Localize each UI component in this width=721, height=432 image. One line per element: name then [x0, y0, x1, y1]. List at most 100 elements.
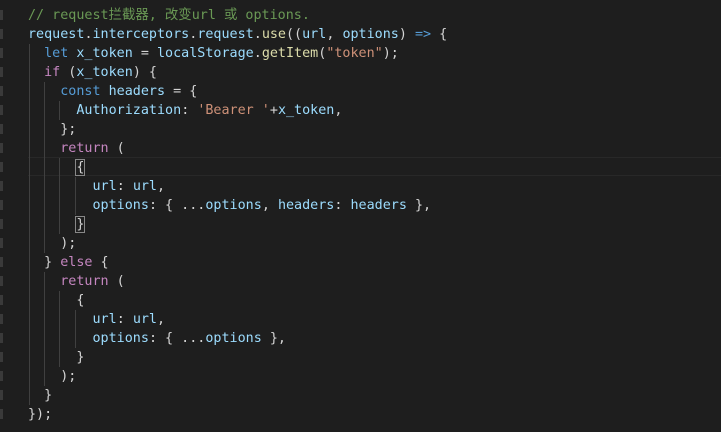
code-token: options	[342, 27, 399, 42]
code-line[interactable]: Authorization: 'Bearer '+x_token,	[28, 101, 342, 120]
code-line[interactable]: }	[28, 348, 84, 367]
code-line[interactable]: url: url,	[28, 177, 166, 196]
code-line[interactable]: return (	[28, 272, 125, 291]
code-token: interceptors	[92, 27, 190, 42]
code-line[interactable]: {	[28, 158, 86, 177]
gutter-marker	[0, 371, 3, 381]
code-token: // request拦截器, 改变url 或 options.	[28, 8, 310, 23]
code-line[interactable]: url: url,	[28, 310, 166, 329]
code-token: ,	[157, 312, 166, 327]
code-token: .	[84, 27, 93, 42]
gutter-marker	[0, 10, 3, 20]
code-token: use	[261, 27, 286, 42]
code-token: },	[261, 331, 286, 346]
matched-bracket: {	[75, 159, 86, 176]
gutter-marker	[0, 162, 3, 172]
gutter-marker	[0, 276, 3, 286]
code-token: request	[197, 27, 254, 42]
code-line[interactable]: // request拦截器, 改变url 或 options.	[28, 6, 310, 25]
code-token: =>	[415, 27, 432, 42]
code-line[interactable]: );	[28, 367, 76, 386]
code-token: (	[108, 141, 125, 156]
gutter-marker	[0, 390, 3, 400]
code-line[interactable]: return (	[28, 139, 125, 158]
gutter-marker	[0, 29, 3, 39]
code-token: :	[116, 179, 133, 194]
gutter-marker	[0, 67, 3, 77]
code-token: request	[28, 27, 85, 42]
code-token: ,	[261, 198, 278, 213]
current-line-highlight	[28, 157, 721, 176]
code-token: headers	[277, 198, 335, 213]
code-token: ,	[326, 27, 343, 42]
code-token: }	[28, 350, 85, 365]
code-line[interactable]: let x_token = localStorage.getItem("toke…	[28, 44, 399, 63]
code-token: Authorization	[76, 103, 182, 118]
editor-gutter	[0, 0, 6, 432]
code-line[interactable]: } else {	[28, 253, 109, 272]
gutter-marker	[0, 143, 3, 153]
code-token: : { ...	[148, 198, 206, 213]
code-line[interactable]: });	[28, 405, 52, 424]
code-token: return	[60, 141, 109, 156]
code-token: x_token	[76, 65, 133, 80]
code-token: url	[132, 179, 157, 194]
code-token: ) {	[132, 65, 157, 80]
code-token: let	[44, 46, 69, 61]
code-editor[interactable]: // request拦截器, 改变url 或 options. request.i…	[0, 0, 721, 432]
gutter-marker	[0, 352, 3, 362]
code-line[interactable]: }	[28, 215, 86, 234]
code-token: url	[92, 312, 117, 327]
code-token: {	[92, 255, 109, 270]
code-line[interactable]: if (x_token) {	[28, 63, 157, 82]
gutter-marker	[0, 200, 3, 210]
code-token: options	[92, 331, 149, 346]
code-token: };	[28, 122, 77, 137]
code-line[interactable]: {	[28, 291, 84, 310]
code-token: :	[181, 103, 198, 118]
gutter-marker	[0, 333, 3, 343]
code-token: x_token	[76, 46, 133, 61]
code-token: 'Bearer '	[197, 103, 270, 118]
code-line[interactable]: options: { ...options, headers: headers …	[28, 196, 432, 215]
gutter-marker	[0, 314, 3, 324]
gutter-marker	[0, 124, 3, 134]
matched-bracket: }	[75, 216, 86, 233]
code-token: else	[60, 255, 93, 270]
code-line[interactable]: options: { ...options },	[28, 329, 287, 348]
code-token: options	[205, 331, 262, 346]
code-token: localStorage	[157, 46, 254, 61]
code-token: (	[60, 65, 77, 80]
code-token: const	[60, 84, 101, 99]
code-token: (	[108, 274, 125, 289]
code-token: x_token	[277, 103, 335, 118]
code-token: .	[253, 46, 262, 61]
code-token: =	[132, 46, 157, 61]
code-token: if	[44, 65, 61, 80]
gutter-marker	[0, 86, 3, 96]
code-token: );	[382, 46, 399, 61]
code-token: headers	[350, 198, 407, 213]
code-line[interactable]: };	[28, 120, 76, 139]
code-line[interactable]: request.interceptors.request.use((url, o…	[28, 25, 447, 44]
code-token: return	[60, 274, 109, 289]
code-token: .	[253, 27, 262, 42]
code-token: "token"	[326, 46, 383, 61]
code-line[interactable]: const headers = {	[28, 82, 197, 101]
code-token: ,	[157, 179, 166, 194]
code-line[interactable]: );	[28, 234, 76, 253]
gutter-marker	[0, 105, 3, 115]
code-line[interactable]: }	[28, 386, 52, 405]
code-token: = {	[165, 84, 198, 99]
code-token: url	[132, 312, 157, 327]
code-token: )	[398, 27, 415, 42]
code-token: :	[116, 312, 133, 327]
